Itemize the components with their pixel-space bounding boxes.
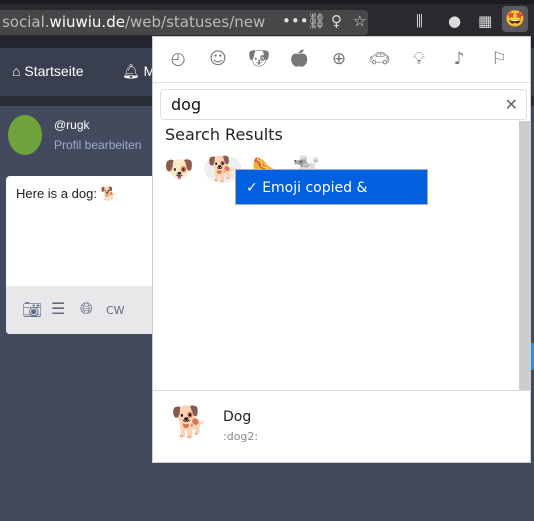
url-path: /web/statuses/new xyxy=(124,13,266,31)
objects-icon[interactable]: 💡︎ xyxy=(407,49,431,73)
activity-icon[interactable]: ⊕ xyxy=(327,49,351,73)
preview-name: Dog xyxy=(223,409,252,425)
preview-emoji: 🐕 xyxy=(171,405,209,440)
home-icon: ⌂ xyxy=(12,63,21,79)
lightbulb-icon[interactable]: ♀ xyxy=(331,12,342,30)
animals-icon[interactable]: 🐶︎ xyxy=(247,49,271,73)
flags-icon[interactable]: ⚐ xyxy=(487,49,511,73)
star-icon[interactable]: ☆ xyxy=(353,12,366,30)
globe-icon[interactable]: 🌐︎ xyxy=(80,299,93,319)
more-icon[interactable]: ••• xyxy=(282,12,309,30)
emoji-search-input[interactable]: dog ✕ xyxy=(160,89,527,120)
emoji-preview: 🐕 Dog :dog2: xyxy=(153,390,530,462)
search-value: dog xyxy=(171,95,202,114)
browser-toolbar: social.wiuwiu.de/web/statuses/new ••• ⛓ … xyxy=(0,0,534,36)
tooltip-text: Emoji copied & inserted xyxy=(246,180,368,232)
url-domain: wiuwiu.de xyxy=(49,13,125,31)
results-heading: Search Results xyxy=(165,125,283,144)
url-prefix: social. xyxy=(2,13,50,31)
camera-icon[interactable]: 📷︎ xyxy=(22,300,42,319)
travel-icon[interactable]: 🚗︎ xyxy=(367,49,391,73)
smileys-icon[interactable]: ☺ xyxy=(206,49,230,73)
emoji-extension-icon[interactable]: 🤩 xyxy=(502,6,528,32)
link-icon[interactable]: ⛓ xyxy=(307,12,326,30)
edit-profile-link[interactable]: Profil bearbeiten xyxy=(54,138,141,152)
emoji-result[interactable]: 🐶 xyxy=(164,155,194,183)
food-icon[interactable]: 🍎︎ xyxy=(287,49,311,73)
preview-shortcode: :dog2: xyxy=(223,430,259,443)
category-bar: ◴ ☺ 🐶︎ 🍎︎ ⊕ 🚗︎ 💡︎ ♪ ⚐ xyxy=(153,37,530,83)
recent-icon[interactable]: ◴ xyxy=(166,49,190,73)
bell-icon: 🔔︎ xyxy=(122,63,140,79)
copied-tooltip: ✓ Emoji copied & inserted xyxy=(235,169,428,232)
compose-toolbar: 📷︎ ☰ 🌐︎ CW xyxy=(6,286,156,334)
nav-item-home[interactable]: ⌂ Startseite xyxy=(12,63,84,79)
nav-label: Startseite xyxy=(24,63,84,79)
poll-icon[interactable]: ☰ xyxy=(51,299,65,318)
avatar[interactable] xyxy=(8,115,42,155)
symbols-icon[interactable]: ♪ xyxy=(447,49,471,73)
nav-item-notifications[interactable]: 🔔︎ M xyxy=(122,63,155,80)
qr-code-icon[interactable]: ▦ xyxy=(478,12,492,30)
profile-handle: @rugk xyxy=(54,118,90,132)
cw-button[interactable]: CW xyxy=(106,304,125,317)
library-icon[interactable]: ⫼ xyxy=(416,12,423,30)
scrollbar[interactable] xyxy=(519,121,531,391)
account-icon[interactable]: ● xyxy=(448,12,461,30)
emoji-picker: ◴ ☺ 🐶︎ 🍎︎ ⊕ 🚗︎ 💡︎ ♪ ⚐ dog ✕ Search Result… xyxy=(152,36,531,463)
clear-icon[interactable]: ✕ xyxy=(505,90,518,119)
compose-text[interactable]: Here is a dog: 🐕 xyxy=(16,186,117,202)
compose-box[interactable]: Here is a dog: 🐕 📷︎ ☰ 🌐︎ CW xyxy=(6,176,156,334)
